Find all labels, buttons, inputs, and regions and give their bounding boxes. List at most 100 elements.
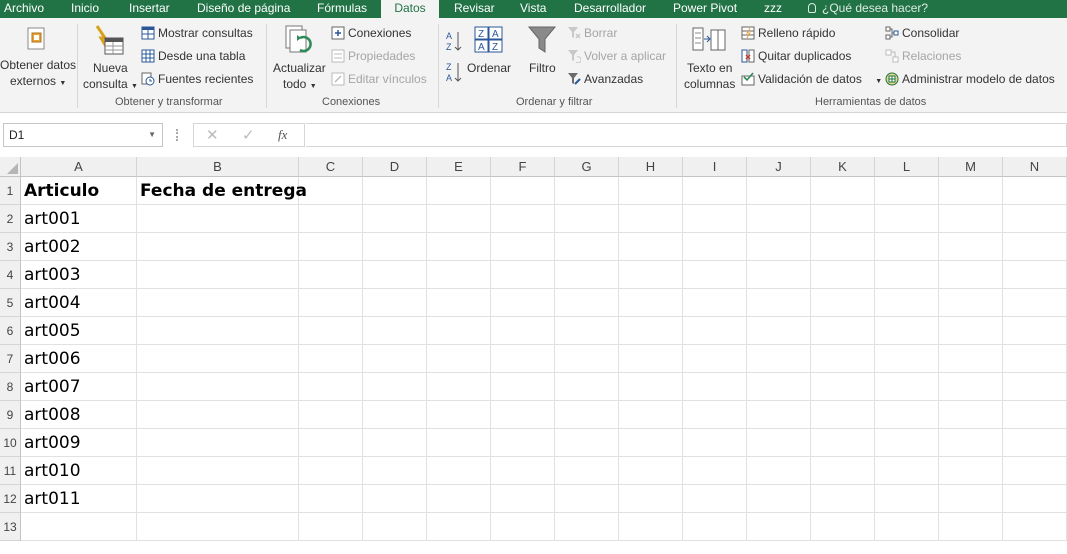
cell-n1[interactable] — [1003, 177, 1067, 205]
cell-l3[interactable] — [875, 233, 939, 261]
cell-d12[interactable] — [363, 485, 427, 513]
cell-d1[interactable] — [363, 177, 427, 205]
cell-m8[interactable] — [939, 373, 1003, 401]
cell-c3[interactable] — [299, 233, 363, 261]
cell-f9[interactable] — [491, 401, 555, 429]
row-header-3[interactable]: 3 — [0, 233, 21, 261]
cell-g10[interactable] — [555, 429, 619, 457]
data-validation-button[interactable]: Validación de datos ▼ — [741, 72, 882, 86]
cell-l9[interactable] — [875, 401, 939, 429]
cell-m4[interactable] — [939, 261, 1003, 289]
cell-i7[interactable] — [683, 345, 747, 373]
row-header-9[interactable]: 9 — [0, 401, 21, 429]
cell-n13[interactable] — [1003, 513, 1067, 541]
cancel-icon[interactable]: ✕ — [206, 126, 219, 144]
tell-me-search[interactable]: ¿Qué desea hacer? — [808, 0, 928, 18]
cell-m1[interactable] — [939, 177, 1003, 205]
cell-c12[interactable] — [299, 485, 363, 513]
cell-j12[interactable] — [747, 485, 811, 513]
cell-a6[interactable]: art005 — [21, 317, 137, 345]
cell-a8[interactable]: art007 — [21, 373, 137, 401]
tab-zzz[interactable]: zzz — [764, 0, 782, 18]
cell-f2[interactable] — [491, 205, 555, 233]
column-header-m[interactable]: M — [939, 157, 1003, 177]
edit-links-button[interactable]: Editar vínculos — [331, 72, 427, 86]
cell-f3[interactable] — [491, 233, 555, 261]
cell-e11[interactable] — [427, 457, 491, 485]
cell-a4[interactable]: art003 — [21, 261, 137, 289]
cell-l12[interactable] — [875, 485, 939, 513]
cell-d4[interactable] — [363, 261, 427, 289]
cell-j7[interactable] — [747, 345, 811, 373]
cell-e1[interactable] — [427, 177, 491, 205]
cell-d5[interactable] — [363, 289, 427, 317]
cell-b10[interactable] — [137, 429, 299, 457]
cell-c9[interactable] — [299, 401, 363, 429]
cell-d6[interactable] — [363, 317, 427, 345]
cell-f5[interactable] — [491, 289, 555, 317]
tab-vista[interactable]: Vista — [520, 0, 546, 18]
cell-k13[interactable] — [811, 513, 875, 541]
cell-l4[interactable] — [875, 261, 939, 289]
cell-i6[interactable] — [683, 317, 747, 345]
consolidate-button[interactable]: Consolidar — [885, 26, 959, 40]
cell-k6[interactable] — [811, 317, 875, 345]
row-header-11[interactable]: 11 — [0, 457, 21, 485]
cell-b1[interactable]: Fecha de entrega — [137, 177, 307, 205]
cell-c6[interactable] — [299, 317, 363, 345]
cell-j1[interactable] — [747, 177, 811, 205]
cell-n5[interactable] — [1003, 289, 1067, 317]
cell-d9[interactable] — [363, 401, 427, 429]
tab-datos[interactable]: Datos — [381, 0, 439, 18]
cell-j11[interactable] — [747, 457, 811, 485]
cell-g4[interactable] — [555, 261, 619, 289]
cell-d7[interactable] — [363, 345, 427, 373]
cell-c1[interactable] — [299, 177, 363, 205]
row-header-2[interactable]: 2 — [0, 205, 21, 233]
column-header-d[interactable]: D — [363, 157, 427, 177]
cell-f8[interactable] — [491, 373, 555, 401]
connections-button[interactable]: Conexiones — [331, 26, 411, 40]
cell-f10[interactable] — [491, 429, 555, 457]
column-header-g[interactable]: G — [555, 157, 619, 177]
cell-i11[interactable] — [683, 457, 747, 485]
cell-e2[interactable] — [427, 205, 491, 233]
cell-a1[interactable]: Articulo — [21, 177, 137, 205]
column-header-k[interactable]: K — [811, 157, 875, 177]
cell-i8[interactable] — [683, 373, 747, 401]
cell-d10[interactable] — [363, 429, 427, 457]
cell-k12[interactable] — [811, 485, 875, 513]
cell-n9[interactable] — [1003, 401, 1067, 429]
advanced-filter-button[interactable]: Avanzadas — [567, 72, 643, 86]
cell-e8[interactable] — [427, 373, 491, 401]
select-all-corner[interactable] — [0, 157, 21, 177]
cell-h5[interactable] — [619, 289, 683, 317]
cell-g13[interactable] — [555, 513, 619, 541]
cell-a11[interactable]: art010 — [21, 457, 137, 485]
cell-n12[interactable] — [1003, 485, 1067, 513]
cell-c8[interactable] — [299, 373, 363, 401]
cell-m9[interactable] — [939, 401, 1003, 429]
cell-b13[interactable] — [137, 513, 299, 541]
cell-c4[interactable] — [299, 261, 363, 289]
cell-b9[interactable] — [137, 401, 299, 429]
tab-insertar[interactable]: Insertar — [129, 0, 170, 18]
cell-f11[interactable] — [491, 457, 555, 485]
cell-h8[interactable] — [619, 373, 683, 401]
cell-a3[interactable]: art002 — [21, 233, 137, 261]
cell-a12[interactable]: art011 — [21, 485, 137, 513]
column-header-l[interactable]: L — [875, 157, 939, 177]
column-header-a[interactable]: A — [21, 157, 137, 177]
cell-c13[interactable] — [299, 513, 363, 541]
column-header-n[interactable]: N — [1003, 157, 1067, 177]
column-header-i[interactable]: I — [683, 157, 747, 177]
cell-c7[interactable] — [299, 345, 363, 373]
cell-l2[interactable] — [875, 205, 939, 233]
cell-m6[interactable] — [939, 317, 1003, 345]
cell-i10[interactable] — [683, 429, 747, 457]
row-header-1[interactable]: 1 — [0, 177, 21, 205]
name-box[interactable]: D1 ▼ — [3, 123, 163, 147]
cell-m11[interactable] — [939, 457, 1003, 485]
cell-g6[interactable] — [555, 317, 619, 345]
cell-k4[interactable] — [811, 261, 875, 289]
